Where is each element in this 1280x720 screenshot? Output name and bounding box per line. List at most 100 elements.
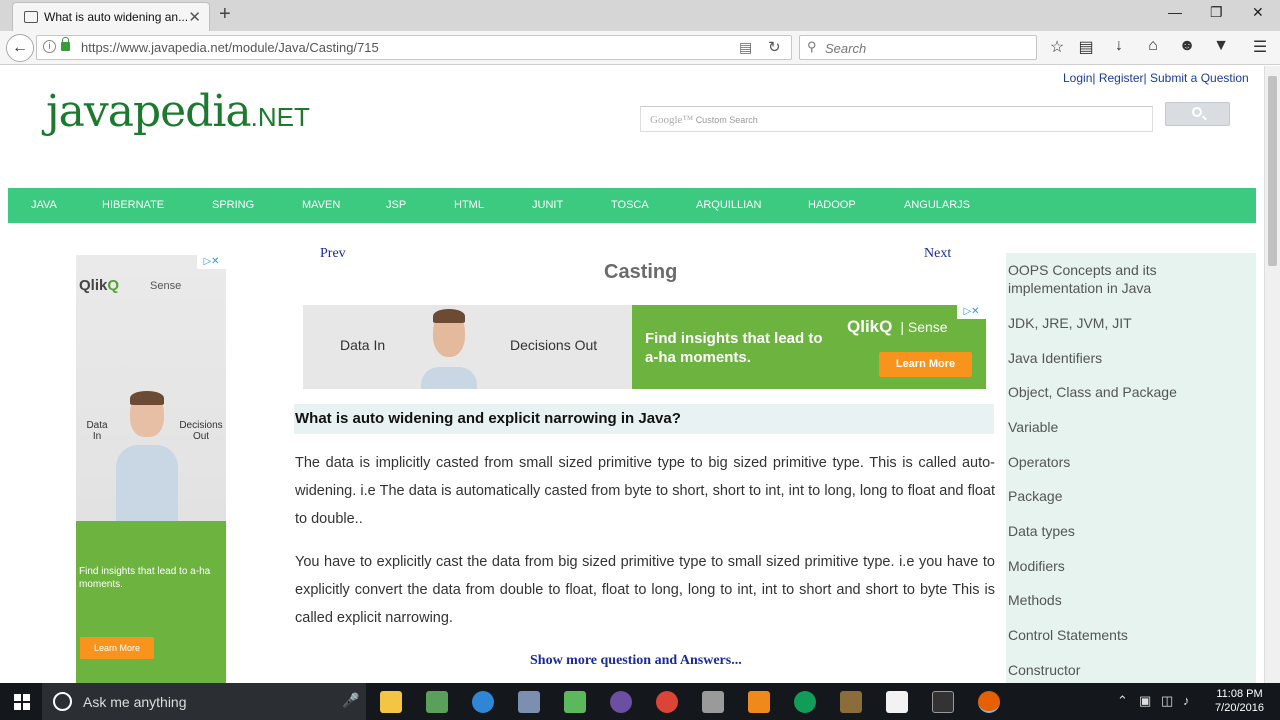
adchoices-icon[interactable]: ▷✕ (957, 305, 986, 319)
menu-item-spring[interactable]: SPRING (212, 199, 254, 211)
bookmarks-list-icon[interactable]: ▤ (1076, 37, 1096, 57)
vlc-icon[interactable] (748, 691, 770, 713)
submit-question-link[interactable]: Submit a Question (1150, 71, 1249, 85)
url-bar[interactable]: i https://www.javapedia.net/module/Java/… (36, 35, 792, 60)
notification-icon[interactable]: ◫ (1161, 693, 1173, 709)
browser-search-box[interactable]: ⚲ Search (799, 35, 1037, 60)
qlik-logo-mark: Q (107, 277, 120, 294)
question-heading: What is auto widening and explicit narro… (294, 404, 994, 434)
cortana-search-box[interactable]: Ask me anything 🎤 (42, 683, 366, 720)
chat-icon[interactable]: ☻ (1177, 37, 1197, 55)
menu-item-junit[interactable]: JUNIT (532, 199, 563, 211)
document-icon[interactable] (886, 691, 908, 713)
link-separator: | (1143, 71, 1147, 85)
network-icon[interactable]: ▣ (1139, 693, 1151, 709)
windows-start-icon[interactable] (14, 694, 30, 710)
navigation-toolbar: ← i https://www.javapedia.net/module/Jav… (0, 31, 1280, 65)
menu-item-tosca[interactable]: TOSCA (611, 199, 649, 211)
sidebar-item-modifiers[interactable]: Modifiers (1008, 557, 1248, 575)
info-icon[interactable]: i (43, 40, 56, 53)
prev-link[interactable]: Prev (320, 246, 346, 262)
app-icon[interactable] (426, 691, 448, 713)
logo-suffix: .NET (250, 102, 310, 132)
volume-icon[interactable]: ♪ (1183, 693, 1190, 708)
sidebar-item-object[interactable]: Object, Class and Package (1008, 383, 1248, 401)
page-content: Login| Register| Submit a Question javap… (0, 66, 1264, 683)
sidebar-item-variable[interactable]: Variable (1008, 418, 1248, 436)
ad-learn-more-button[interactable]: Learn More (80, 637, 154, 659)
microphone-icon[interactable]: 🎤 (342, 692, 359, 709)
ad-product: Sense (150, 280, 182, 292)
google-brand: Google™ (650, 114, 694, 126)
banner-brand: QlikQ | Sense (847, 317, 948, 336)
reload-icon[interactable]: ↻ (768, 38, 781, 56)
menu-item-arquillian[interactable]: ARQUILLIAN (696, 199, 761, 211)
topic-sidebar: OOPS Concepts and its implementation in … (1006, 253, 1256, 683)
custom-search-button[interactable] (1165, 102, 1230, 126)
window-close-icon[interactable]: ✕ (1252, 4, 1264, 21)
vertical-scrollbar[interactable] (1264, 66, 1280, 683)
firefox-icon[interactable] (978, 691, 1000, 713)
menu-item-html[interactable]: HTML (454, 199, 484, 211)
chrome-icon[interactable] (656, 691, 678, 713)
sidebar-item-methods[interactable]: Methods (1008, 591, 1248, 609)
magnifier-icon (1192, 107, 1202, 117)
ad-decisions-out: Decisions Out (179, 420, 223, 442)
app-icon[interactable] (518, 691, 540, 713)
restore-icon[interactable]: ❐ (1210, 4, 1223, 21)
tray-chevron-icon[interactable]: ⌃ (1117, 693, 1128, 709)
banner-learn-more-button[interactable]: Learn More (879, 352, 972, 377)
tool-icon[interactable] (702, 691, 724, 713)
app-icon[interactable] (840, 691, 862, 713)
lock-icon[interactable] (61, 37, 70, 51)
hamburger-menu-icon[interactable]: ☰ (1250, 37, 1270, 57)
ad-person-image (116, 391, 178, 521)
minimize-icon[interactable]: — (1168, 4, 1182, 20)
menu-item-hadoop[interactable]: HADOOP (808, 199, 856, 211)
adchoices-icon[interactable]: ▷✕ (197, 255, 226, 269)
custom-search-watermark: Google™ Custom Search (650, 114, 758, 126)
file-explorer-icon[interactable] (380, 691, 402, 713)
next-link[interactable]: Next (924, 246, 951, 262)
url-text[interactable]: https://www.javapedia.net/module/Java/Ca… (81, 40, 379, 55)
login-link[interactable]: Login (1063, 71, 1092, 85)
custom-search-input[interactable]: Google™ Custom Search (640, 106, 1153, 132)
menu-item-jsp[interactable]: JSP (386, 199, 406, 211)
clock-time: 11:08 PM (1216, 688, 1263, 700)
left-advertisement[interactable]: ▷✕ QlikQ Sense Data In Decisions Out Fin… (76, 255, 226, 683)
menu-item-hibernate[interactable]: HIBERNATE (102, 199, 164, 211)
sidebar-item-data-types[interactable]: Data types (1008, 522, 1248, 540)
sidebar-item-operators[interactable]: Operators (1008, 453, 1248, 471)
bookmark-star-icon[interactable]: ☆ (1047, 37, 1067, 57)
new-tab-button[interactable]: + (219, 3, 231, 26)
cortana-icon (53, 692, 72, 711)
back-arrow-icon[interactable]: ← (6, 34, 34, 62)
notepad-icon[interactable] (564, 691, 586, 713)
system-clock[interactable]: 11:08 PM 7/20/2016 (1212, 687, 1267, 715)
browser-tab[interactable]: What is auto widening an... ✕ (12, 2, 210, 31)
downloads-icon[interactable]: ↓ (1109, 37, 1129, 55)
menu-item-angularjs[interactable]: ANGULARJS (904, 199, 970, 211)
terminal-icon[interactable] (932, 691, 954, 713)
sidebar-item-constructor[interactable]: Constructor (1008, 661, 1248, 679)
home-icon[interactable]: ⌂ (1143, 37, 1163, 55)
sidebar-item-package[interactable]: Package (1008, 487, 1248, 505)
register-link[interactable]: Register (1099, 71, 1144, 85)
reader-view-icon[interactable]: ▤ (739, 39, 752, 56)
show-more-link[interactable]: Show more question and Answers... (530, 653, 742, 669)
sidebar-item-identifiers[interactable]: Java Identifiers (1008, 349, 1248, 367)
sidebar-item-jdk[interactable]: JDK, JRE, JVM, JIT (1008, 314, 1248, 332)
banner-product: | Sense (900, 319, 948, 335)
pocket-icon[interactable]: ▼ (1211, 37, 1231, 55)
menu-item-java[interactable]: JAVA (31, 199, 57, 211)
eclipse-icon[interactable] (610, 691, 632, 713)
banner-advertisement[interactable]: Data In Decisions Out Find insights that… (303, 305, 986, 389)
sidebar-item-control[interactable]: Control Statements (1008, 626, 1248, 644)
close-tab-icon[interactable]: ✕ (188, 8, 201, 26)
edge-icon[interactable] (472, 691, 494, 713)
menu-item-maven[interactable]: MAVEN (302, 199, 340, 211)
chrome-icon[interactable] (794, 691, 816, 713)
sidebar-item-oops[interactable]: OOPS Concepts and its implementation in … (1008, 261, 1248, 297)
site-logo[interactable]: javapedia.NET (46, 86, 310, 137)
scrollbar-thumb[interactable] (1268, 76, 1277, 266)
